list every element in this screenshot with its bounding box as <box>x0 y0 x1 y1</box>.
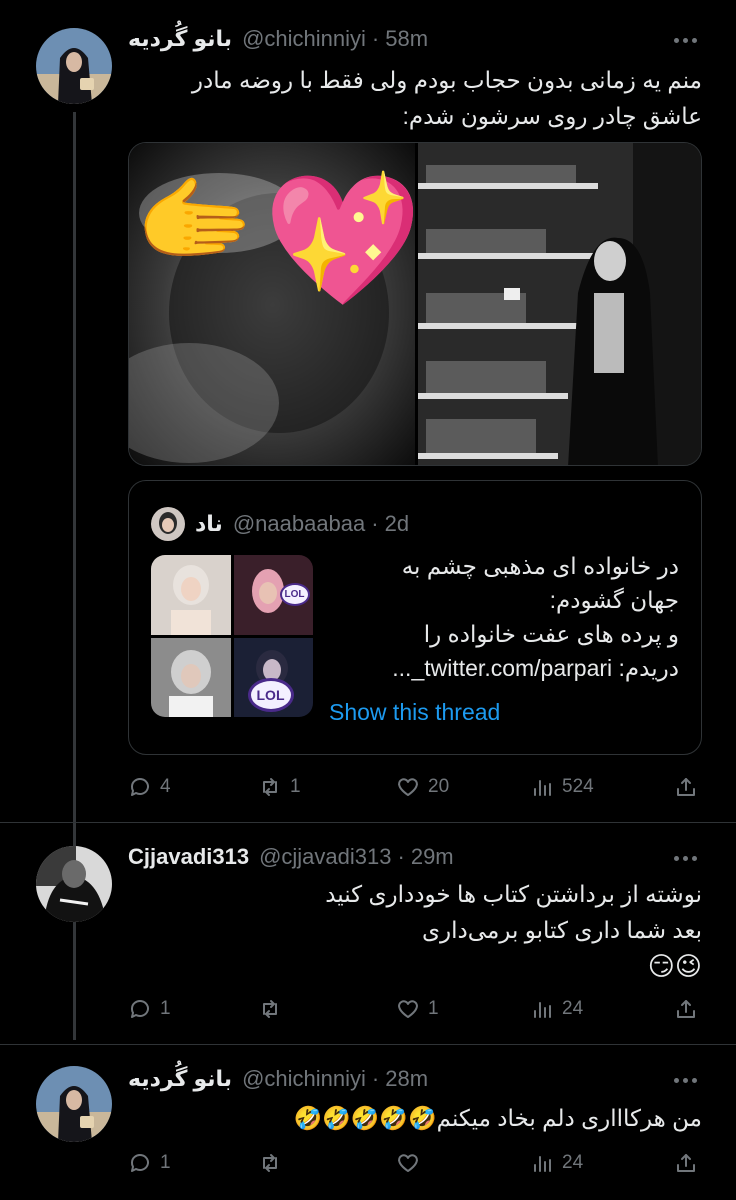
user-handle[interactable]: @chichinniyi <box>242 26 366 52</box>
heart-icon <box>398 778 418 796</box>
share-button[interactable] <box>674 770 698 804</box>
media-image-library[interactable] <box>415 143 701 465</box>
reply-icon <box>130 1000 149 1018</box>
share-icon <box>677 1000 695 1018</box>
retweet-button[interactable] <box>258 992 290 1026</box>
tweet-actions: 1 24 <box>128 1146 702 1180</box>
tweet-actions: 1 1 24 <box>128 992 702 1026</box>
lol-badge: LOL <box>279 583 310 606</box>
tweet-text-line: منم یه زمانی بدون حجاب بودم ولی فقط با ر… <box>191 67 702 93</box>
views-button[interactable]: 524 <box>530 770 594 804</box>
tweet-media[interactable]: 🫱 💖 <box>128 142 702 466</box>
retweet-icon <box>263 1154 277 1172</box>
separator-dot: · <box>397 844 405 869</box>
retweet-icon <box>263 1000 277 1018</box>
reply-icon <box>130 778 149 796</box>
share-button[interactable] <box>674 1146 698 1180</box>
separator-dot: · <box>371 26 380 51</box>
divider <box>0 1044 736 1045</box>
like-button[interactable]: 1 <box>396 992 439 1026</box>
quoted-text-line: جهان گشودم: <box>549 587 679 613</box>
reply-button[interactable]: 4 <box>128 770 171 804</box>
like-button[interactable]: 20 <box>396 770 449 804</box>
timestamp[interactable]: 29m <box>411 844 454 870</box>
tweet-text-line: عاشق چادر روی سرشون شدم: <box>402 103 702 129</box>
retweet-button[interactable] <box>258 1146 290 1180</box>
display-name[interactable]: بانو گُردیه <box>128 26 232 52</box>
tweet-text: منم یه زمانی بدون حجاب بودم ولی فقط با ر… <box>192 62 702 134</box>
quoted-media-image[interactable] <box>151 555 231 635</box>
quoted-timestamp[interactable]: 2d <box>385 511 409 537</box>
tweet-text-line: بعد شما داری کتابو برمی‌داری <box>422 917 702 943</box>
more-options-icon[interactable] <box>672 848 698 868</box>
sparkling-heart-emoji: 💖 <box>263 169 423 312</box>
quoted-user-handle[interactable]: @naabaabaa <box>233 511 365 537</box>
like-button[interactable] <box>396 1146 428 1180</box>
analytics-icon <box>534 1002 551 1018</box>
tweet-text-line: نوشته از برداشتن کتاب ها خودداری کنید <box>325 881 702 907</box>
avatar[interactable] <box>36 28 112 104</box>
display-name[interactable]: Cjjavadi313 <box>128 844 249 870</box>
view-count: 524 <box>562 776 594 797</box>
tweet-text: من هرکاااری دلم بخاد میکنم🤣🤣🤣🤣🤣 <box>293 1100 702 1136</box>
like-count: 1 <box>428 998 439 1019</box>
quoted-media-grid[interactable]: LOL LOL <box>151 555 313 717</box>
quoted-media-image[interactable] <box>151 637 231 717</box>
reply-count: 1 <box>160 998 171 1019</box>
like-count: 20 <box>428 776 450 797</box>
heart-icon <box>398 1000 418 1018</box>
divider <box>0 822 736 823</box>
quoted-display-name[interactable]: ناد <box>195 511 223 537</box>
show-thread-link[interactable]: Show this thread <box>329 699 500 726</box>
avatar[interactable] <box>36 1066 112 1142</box>
reply-count: 4 <box>160 776 171 797</box>
hand-emoji: 🫱 <box>135 167 255 274</box>
timestamp[interactable]: 28m <box>385 1066 428 1092</box>
share-icon <box>677 778 695 796</box>
reply-button[interactable]: 1 <box>128 1146 171 1180</box>
quoted-text-line: و پرده های عفت خانواده را <box>423 621 679 647</box>
tweet-text: نوشته از برداشتن کتاب ها خودداری کنید بع… <box>325 876 702 984</box>
user-handle[interactable]: @cjjavadi313 <box>259 844 391 870</box>
views-button[interactable]: 24 <box>530 992 583 1026</box>
heart-icon <box>398 1154 418 1172</box>
lol-badge: LOL <box>247 677 294 712</box>
retweet-count: 1 <box>290 776 301 797</box>
reply-icon <box>130 1154 149 1172</box>
quoted-text-line: در خانواده ای مذهبی چشم به <box>401 553 679 579</box>
retweet-icon <box>263 778 277 796</box>
timestamp[interactable]: 58m <box>385 26 428 52</box>
more-options-icon[interactable] <box>672 30 698 50</box>
quoted-tweet-text: در خانواده ای مذهبی چشم به جهان گشودم: و… <box>329 549 679 685</box>
more-options-icon[interactable] <box>672 1070 698 1090</box>
quoted-text-line: دریدم: twitter.com/parpari_... <box>392 655 679 681</box>
analytics-icon <box>534 1156 551 1172</box>
share-icon <box>677 1154 695 1172</box>
quoted-media-image[interactable]: LOL <box>233 555 313 635</box>
separator-dot: · <box>371 1066 380 1091</box>
reply-button[interactable]: 1 <box>128 992 171 1026</box>
tweet-text-line: 😉😏 <box>647 951 702 981</box>
quoted-media-image[interactable]: LOL <box>233 637 313 717</box>
tweet-text-line: من هرکاااری دلم بخاد میکنم🤣🤣🤣🤣🤣 <box>293 1105 702 1131</box>
reply-count: 1 <box>160 1152 171 1173</box>
media-image-blurred[interactable]: 🫱 💖 <box>129 143 422 465</box>
share-button[interactable] <box>674 992 698 1026</box>
view-count: 24 <box>562 998 584 1019</box>
quoted-tweet[interactable]: ناد @naabaabaa · 2d LOL LOL در خانواده ا… <box>128 480 702 755</box>
avatar[interactable] <box>36 846 112 922</box>
display-name[interactable]: بانو گُردیه <box>128 1066 232 1092</box>
separator-dot: · <box>371 511 379 536</box>
view-count: 24 <box>562 1152 584 1173</box>
quoted-avatar[interactable] <box>151 507 185 541</box>
analytics-icon <box>534 780 551 796</box>
tweet-actions: 4 1 20 524 <box>128 770 702 804</box>
user-handle[interactable]: @chichinniyi <box>242 1066 366 1092</box>
retweet-button[interactable]: 1 <box>258 770 301 804</box>
views-button[interactable]: 24 <box>530 1146 583 1180</box>
